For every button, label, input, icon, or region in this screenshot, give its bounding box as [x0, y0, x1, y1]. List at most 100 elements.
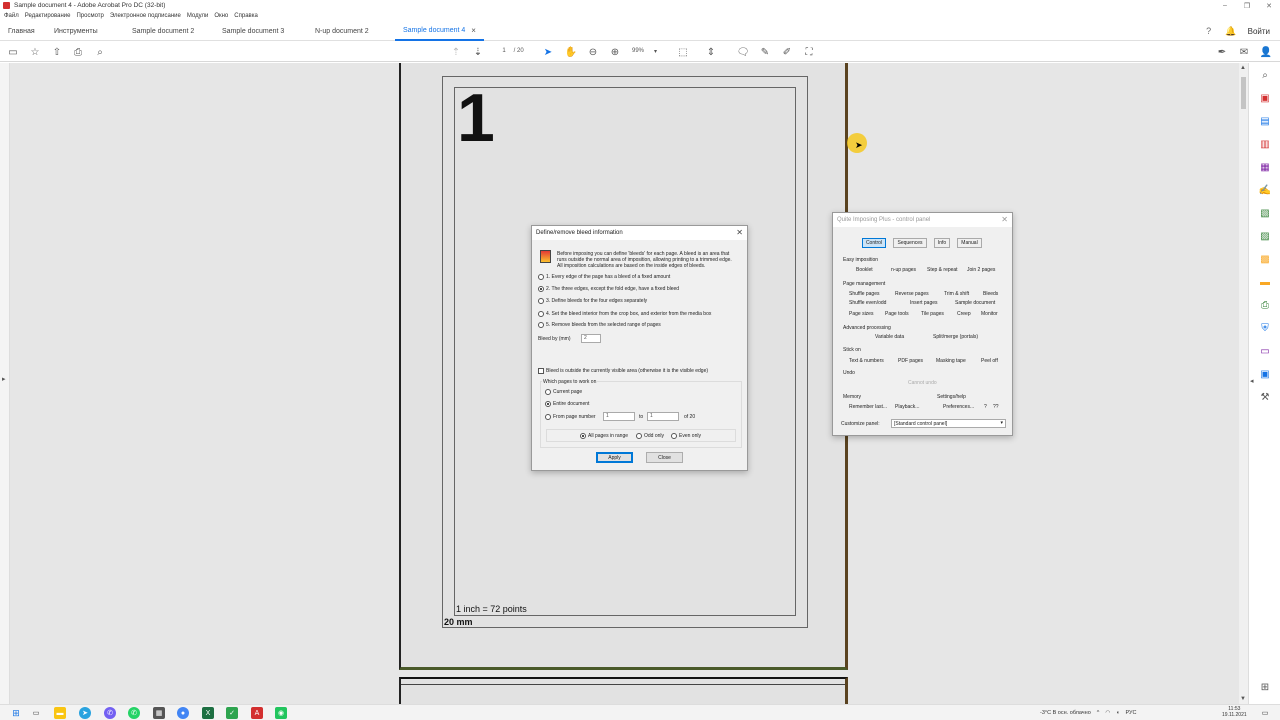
trim-shift-button[interactable]: Trim & shift [944, 291, 969, 297]
shuffle-even-odd-button[interactable]: Shuffle even/odd [849, 300, 886, 306]
bleed-dialog-close-icon[interactable]: ✕ [736, 228, 743, 237]
tab-sample-document-4[interactable]: Sample document 4 × [395, 21, 484, 41]
text-numbers-button[interactable]: Text & numbers [849, 358, 884, 364]
preferences-button[interactable]: Preferences... [943, 404, 974, 410]
insert-pages-button[interactable]: Insert pages [910, 300, 938, 306]
print-icon[interactable]: ⎙ [71, 45, 85, 59]
qi-tab-manual[interactable]: Manual [957, 238, 982, 248]
tab-home[interactable]: Главная [0, 21, 43, 41]
create-pdf-icon[interactable]: ▣ [1258, 91, 1272, 105]
peel-off-button[interactable]: Peel off [981, 358, 998, 364]
menu-esign[interactable]: Электронное подписание [110, 13, 181, 19]
zoom-search-icon[interactable]: ⌕ [1258, 68, 1272, 82]
upload-icon[interactable]: ⇧ [50, 45, 64, 59]
add-tool-icon[interactable]: ⊞ [1258, 680, 1272, 694]
select-tool-icon[interactable]: ➤ [541, 45, 555, 59]
bleed-option-4-radio[interactable] [538, 311, 544, 317]
help-question-button[interactable]: ? [984, 404, 987, 410]
vertical-scrollbar[interactable]: ▲ ▼ [1239, 63, 1248, 704]
bleed-amount-input[interactable]: 2 [581, 334, 601, 343]
booklet-button[interactable]: Booklet [856, 267, 873, 273]
entire-document-radio[interactable] [545, 401, 551, 407]
comment-tool-icon[interactable]: ▬ [1258, 275, 1272, 289]
menu-help[interactable]: Справка [234, 13, 258, 19]
combine-files-icon[interactable]: ▧ [1258, 206, 1272, 220]
export-pdf-icon[interactable]: ▥ [1258, 137, 1272, 151]
page-number-field[interactable]: 1 / 20 [494, 45, 532, 57]
task-view-icon[interactable]: ▭ [30, 707, 42, 719]
excel-icon[interactable]: X [202, 707, 214, 719]
minimize-button[interactable]: – [1214, 0, 1236, 11]
print-production-icon[interactable]: ⎙ [1258, 298, 1272, 312]
chrome-icon[interactable]: ● [177, 707, 189, 719]
lang-text[interactable]: РУС [1126, 710, 1137, 716]
compare-files-icon[interactable]: ▨ [1258, 229, 1272, 243]
save-icon[interactable]: ▭ [6, 45, 20, 59]
zoom-in-icon[interactable]: ⊕ [608, 45, 622, 59]
scroll-thumb[interactable] [1241, 77, 1246, 109]
all-pages-radio[interactable] [580, 433, 586, 439]
sign-icon[interactable]: ✒ [1215, 45, 1229, 59]
scroll-mode-icon[interactable]: ⇕ [704, 45, 718, 59]
calculator-icon[interactable]: ▦ [153, 707, 165, 719]
bleed-option-5-radio[interactable] [538, 322, 544, 328]
close-tab-icon[interactable]: × [471, 26, 476, 35]
monitor-button[interactable]: Monitor [981, 311, 998, 317]
wifi-icon[interactable]: ◠ [1105, 710, 1110, 716]
stamp-icon[interactable]: ▩ [1258, 252, 1272, 266]
green-app-icon[interactable]: ✓ [226, 707, 238, 719]
creep-button[interactable]: Creep [957, 311, 971, 317]
current-page-radio[interactable] [545, 389, 551, 395]
apply-button[interactable]: Apply [596, 452, 633, 463]
whatsapp-icon[interactable]: ✆ [128, 707, 140, 719]
pdf-pages-button[interactable]: PDF pages [898, 358, 923, 364]
edit-pdf-icon[interactable]: ▤ [1258, 114, 1272, 128]
qi-tab-control[interactable]: Control [862, 238, 886, 248]
next-page-icon[interactable]: ⇣ [471, 45, 485, 59]
customize-panel-select[interactable]: [Standard control panel] ▾ [891, 419, 1006, 428]
maximize-button[interactable]: ❐ [1236, 0, 1258, 11]
tray-arrow-icon[interactable]: ^ [1097, 710, 1100, 716]
join-2-pages-button[interactable]: Join 2 pages [967, 267, 995, 273]
playback-button[interactable]: Playback... [895, 404, 919, 410]
bleed-option-2-radio[interactable] [538, 286, 544, 292]
close-button[interactable]: Close [646, 452, 683, 463]
variable-data-button[interactable]: Variable data [875, 334, 904, 340]
page-sizes-button[interactable]: Page sizes [849, 311, 873, 317]
reverse-pages-button[interactable]: Reverse pages [895, 291, 929, 297]
to-page-input[interactable]: 1 [647, 412, 679, 421]
organize-pages-icon[interactable]: ▦ [1258, 160, 1272, 174]
help-double-question-button[interactable]: ?? [993, 404, 999, 410]
qi-panel-close-icon[interactable]: ✕ [1001, 215, 1008, 224]
viber-icon[interactable]: ✆ [104, 707, 116, 719]
bleed-outside-checkbox[interactable] [538, 368, 544, 374]
zoom-out-icon[interactable]: ⊖ [586, 45, 600, 59]
shuffle-pages-button[interactable]: Shuffle pages [849, 291, 880, 297]
find-icon[interactable]: ⌕ [93, 45, 107, 59]
green-chat-icon[interactable]: ◉ [275, 707, 287, 719]
volume-icon[interactable]: ◖ [1116, 710, 1119, 716]
prepare-form-icon[interactable]: ▭ [1258, 344, 1272, 358]
cannot-undo-button[interactable]: Cannot undo [908, 380, 937, 386]
scroll-up-icon[interactable]: ▲ [1240, 65, 1246, 71]
bleeds-button[interactable]: Bleeds [983, 291, 998, 297]
close-window-button[interactable]: ✕ [1258, 0, 1280, 11]
expand-left-panel-icon[interactable]: ▸ [2, 375, 6, 383]
menu-file[interactable]: Файл [4, 13, 19, 19]
sample-document-button[interactable]: Sample document [955, 300, 995, 306]
collapse-right-panel-icon[interactable]: ◂ [1250, 377, 1254, 385]
n-up-pages-button[interactable]: n-up pages [891, 267, 916, 273]
tab-sample-document-3[interactable]: Sample document 3 [214, 21, 292, 41]
help-icon[interactable]: ? [1198, 26, 1220, 36]
menu-plugins[interactable]: Модули [187, 13, 209, 19]
zoom-select[interactable]: 99% ▾ [632, 45, 664, 57]
email-icon[interactable]: ✉ [1237, 45, 1251, 59]
bleed-option-1-radio[interactable] [538, 274, 544, 280]
start-windows-icon[interactable]: ⊞ [10, 707, 22, 719]
step-repeat-button[interactable]: Step & repeat [927, 267, 958, 273]
fill-sign-icon[interactable]: ✍ [1258, 183, 1272, 197]
page-tools-button[interactable]: Page tools [885, 311, 909, 317]
tab-tools[interactable]: Инструменты [46, 21, 106, 41]
scroll-down-icon[interactable]: ▼ [1240, 696, 1246, 702]
tab-n-up-document-2[interactable]: N-up document 2 [307, 21, 377, 41]
